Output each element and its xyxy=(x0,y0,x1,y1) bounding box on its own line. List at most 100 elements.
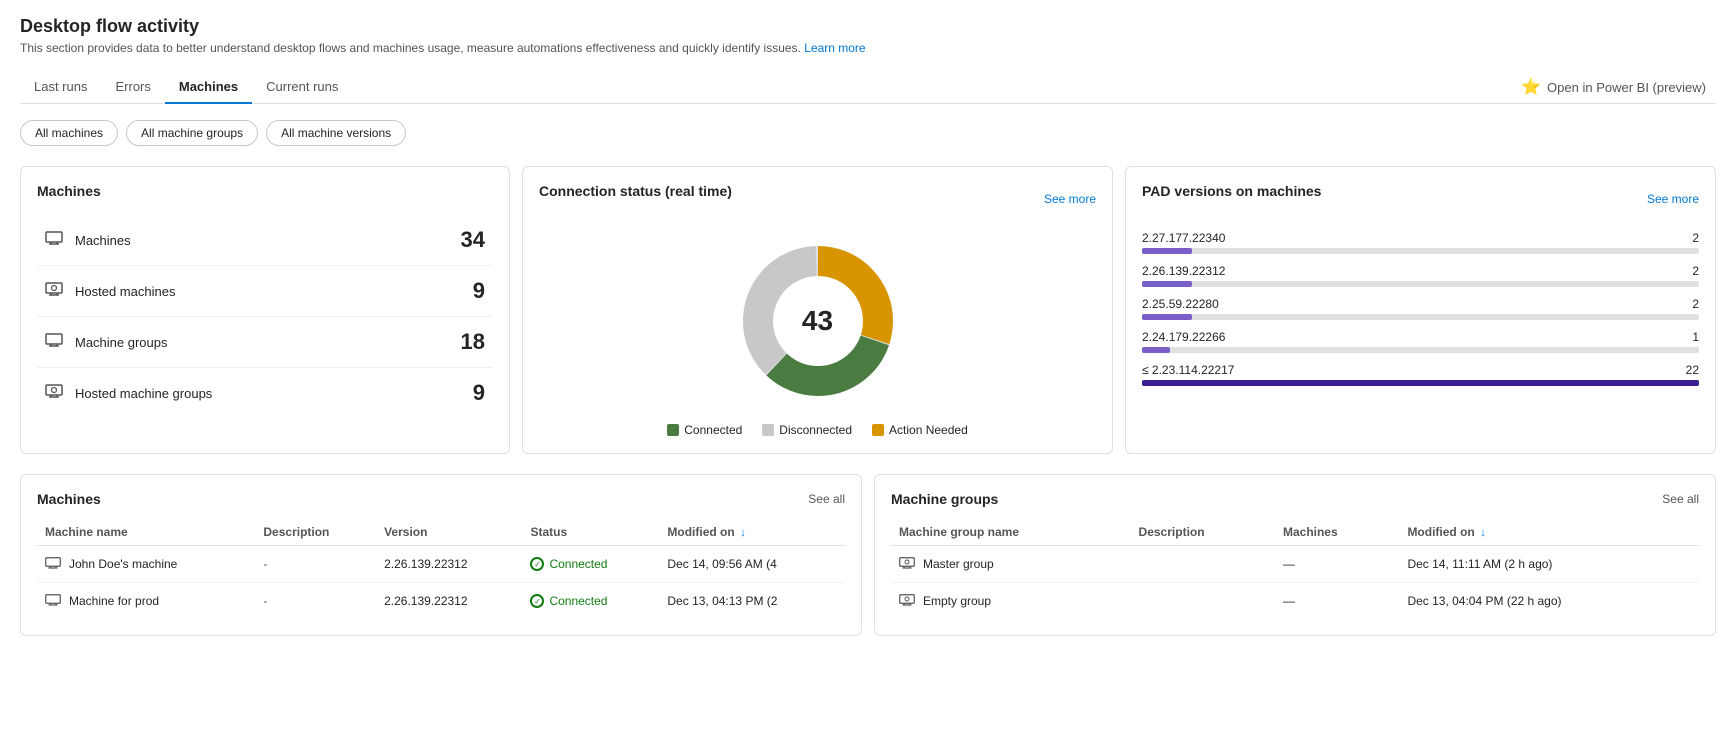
col-group-modified-on[interactable]: Modified on ↓ xyxy=(1399,519,1699,546)
table-row: Empty group — Dec 13, 04:04 PM (22 h ago… xyxy=(891,583,1699,620)
filter-all-machines[interactable]: All machines xyxy=(20,120,118,146)
pad-version-label-4: ≤ 2.23.114.22217 xyxy=(1142,363,1234,377)
pad-row-header-0: 2.27.177.22340 2 xyxy=(1142,231,1699,245)
machine-row-hosted-groups: Hosted machine groups 9 xyxy=(37,368,493,418)
sort-icon-group-modified: ↓ xyxy=(1480,525,1486,539)
col-description: Description xyxy=(255,519,376,546)
group-machines-1: — xyxy=(1275,583,1399,620)
tab-last-runs[interactable]: Last runs xyxy=(20,71,101,104)
tabs-row: Last runs Errors Machines Current runs ⭐… xyxy=(20,71,1716,104)
pad-bars-container: 2.27.177.22340 2 2.26.139.22312 2 2.25.5… xyxy=(1142,231,1699,386)
group-modified-0: Dec 14, 11:11 AM (2 h ago) xyxy=(1399,546,1699,583)
page-title: Desktop flow activity xyxy=(20,16,1716,37)
machine-status-1: Connected xyxy=(522,583,659,620)
machine-count-hosted-groups: 9 xyxy=(473,380,485,406)
filter-all-machine-groups[interactable]: All machine groups xyxy=(126,120,258,146)
machine-status-0: Connected xyxy=(522,546,659,583)
col-group-machines: Machines xyxy=(1275,519,1399,546)
filter-all-machine-versions[interactable]: All machine versions xyxy=(266,120,406,146)
legend-connected: Connected xyxy=(667,423,742,437)
group-row-icon-1 xyxy=(899,593,915,609)
connection-status-title: Connection status (real time) xyxy=(539,183,732,199)
machine-groups-table-header: Machine groups See all xyxy=(891,491,1699,507)
pad-row-header-1: 2.26.139.22312 2 xyxy=(1142,264,1699,278)
tab-errors[interactable]: Errors xyxy=(101,71,164,104)
open-powerbi-button[interactable]: ⭐ Open in Power BI (preview) xyxy=(1511,71,1716,103)
status-dot-1 xyxy=(530,594,544,608)
pad-row-header-2: 2.25.59.22280 2 xyxy=(1142,297,1699,311)
machine-name-0: John Doe's machine xyxy=(69,557,177,571)
group-name-cell-0: Master group xyxy=(891,546,1131,583)
pad-version-count-0: 2 xyxy=(1692,231,1699,245)
table-row: Machine for prod - 2.26.139.22312 Connec… xyxy=(37,583,845,620)
pad-version-count-1: 2 xyxy=(1692,264,1699,278)
machine-row-groups: Machine groups 18 xyxy=(37,317,493,368)
pad-versions-see-more[interactable]: See more xyxy=(1647,192,1699,206)
connection-status-see-more[interactable]: See more xyxy=(1044,192,1096,206)
machine-count-hosted: 9 xyxy=(473,278,485,304)
machine-count-machines: 34 xyxy=(461,227,485,253)
pad-bar-fill-4 xyxy=(1142,380,1699,386)
machines-see-all[interactable]: See all xyxy=(808,492,845,506)
hosted-machine-icon xyxy=(45,282,63,300)
pad-version-count-2: 2 xyxy=(1692,297,1699,311)
machine-desc-1: - xyxy=(255,583,376,620)
group-machines-0: — xyxy=(1275,546,1399,583)
filter-row: All machines All machine groups All mach… xyxy=(20,120,1716,146)
machines-table-header: Machines See all xyxy=(37,491,845,507)
pad-row-1: 2.26.139.22312 2 xyxy=(1142,264,1699,287)
pad-row-header-4: ≤ 2.23.114.22217 22 xyxy=(1142,363,1699,377)
machine-version-1: 2.26.139.22312 xyxy=(376,583,522,620)
machines-table-header-row: Machine name Description Version Status … xyxy=(37,519,845,546)
machine-row-machines: Machines 34 xyxy=(37,215,493,266)
top-cards-row: Machines Machines 34 Hosted machines 9 M… xyxy=(20,166,1716,454)
tab-machines[interactable]: Machines xyxy=(165,71,252,104)
status-label-1: Connected xyxy=(549,594,607,608)
machines-table-card: Machines See all Machine name Descriptio… xyxy=(20,474,862,636)
machine-groups-table: Machine group name Description Machines … xyxy=(891,519,1699,619)
col-version: Version xyxy=(376,519,522,546)
tab-current-runs[interactable]: Current runs xyxy=(252,71,352,104)
machines-summary-title: Machines xyxy=(37,183,493,199)
group-name-cell-1: Empty group xyxy=(891,583,1131,620)
pad-versions-card: PAD versions on machines See more 2.27.1… xyxy=(1125,166,1716,454)
pad-row-4: ≤ 2.23.114.22217 22 xyxy=(1142,363,1699,386)
machine-label-machines: Machines xyxy=(75,233,461,248)
col-machine-name: Machine name xyxy=(37,519,255,546)
table-row: Master group — Dec 14, 11:11 AM (2 h ago… xyxy=(891,546,1699,583)
machine-groups-see-all[interactable]: See all xyxy=(1662,492,1699,506)
machine-modified-1: Dec 13, 04:13 PM (2 xyxy=(659,583,845,620)
donut-center-value: 43 xyxy=(802,305,833,337)
machine-name-1: Machine for prod xyxy=(69,594,159,608)
machine-modified-0: Dec 14, 09:56 AM (4 xyxy=(659,546,845,583)
pad-bar-fill-0 xyxy=(1142,248,1192,254)
machine-label-groups: Machine groups xyxy=(75,335,461,350)
legend-dot-connected xyxy=(667,424,679,436)
page-subtitle: This section provides data to better und… xyxy=(20,41,1716,55)
pad-bar-bg-4 xyxy=(1142,380,1699,386)
pad-version-count-4: 22 xyxy=(1686,363,1699,377)
machines-summary-card: Machines Machines 34 Hosted machines 9 M… xyxy=(20,166,510,454)
col-modified-on[interactable]: Modified on ↓ xyxy=(659,519,845,546)
connection-legend: Connected Disconnected Action Needed xyxy=(667,423,968,437)
pad-version-label-2: 2.25.59.22280 xyxy=(1142,297,1219,311)
group-modified-1: Dec 13, 04:04 PM (22 h ago) xyxy=(1399,583,1699,620)
group-name-1: Empty group xyxy=(923,594,991,608)
status-dot-0 xyxy=(530,557,544,571)
pad-row-header-3: 2.24.179.22266 1 xyxy=(1142,330,1699,344)
pad-version-label-3: 2.24.179.22266 xyxy=(1142,330,1225,344)
pad-bar-fill-2 xyxy=(1142,314,1192,320)
col-group-name: Machine group name xyxy=(891,519,1131,546)
machine-groups-table-title: Machine groups xyxy=(891,491,998,507)
table-row: John Doe's machine - 2.26.139.22312 Conn… xyxy=(37,546,845,583)
connection-status-header: Connection status (real time) See more xyxy=(539,183,1096,215)
pad-row-3: 2.24.179.22266 1 xyxy=(1142,330,1699,353)
learn-more-link[interactable]: Learn more xyxy=(804,41,865,55)
machine-groups-header-row: Machine group name Description Machines … xyxy=(891,519,1699,546)
legend-label-disconnected: Disconnected xyxy=(779,423,852,437)
machine-groups-icon xyxy=(45,333,63,351)
machines-table-body: John Doe's machine - 2.26.139.22312 Conn… xyxy=(37,546,845,620)
machine-groups-table-card: Machine groups See all Machine group nam… xyxy=(874,474,1716,636)
machine-name-cell-0: John Doe's machine xyxy=(37,546,255,583)
machine-desc-0: - xyxy=(255,546,376,583)
